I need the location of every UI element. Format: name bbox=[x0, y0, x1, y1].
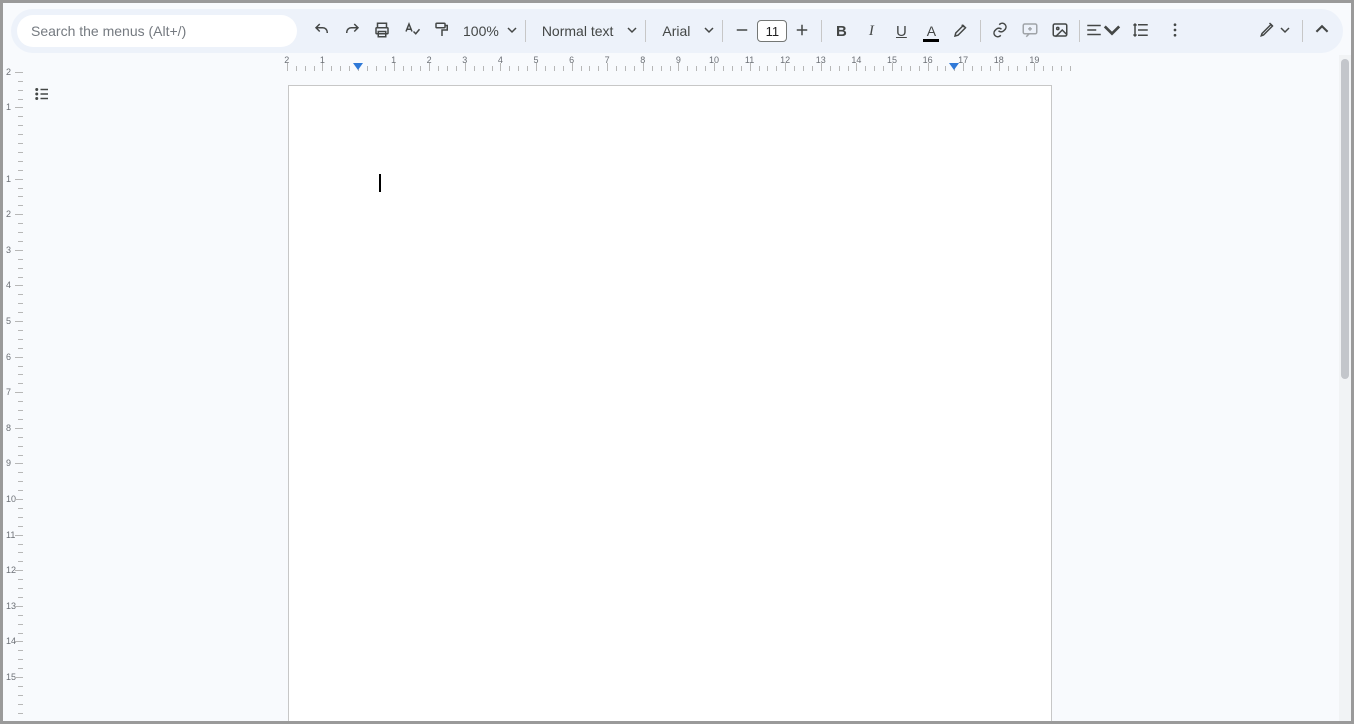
redo-button[interactable] bbox=[337, 16, 367, 46]
ruler-number: 11 bbox=[6, 530, 15, 540]
ruler-number: 3 bbox=[6, 245, 11, 255]
text-color-swatch bbox=[923, 39, 939, 42]
align-icon bbox=[1085, 21, 1103, 42]
ruler-number: 2 bbox=[6, 209, 11, 219]
right-indent-marker[interactable] bbox=[949, 63, 959, 70]
ruler-number: 1 bbox=[6, 102, 11, 112]
more-toolbar-button[interactable] bbox=[1160, 16, 1190, 46]
font-size-decrease-button[interactable] bbox=[727, 16, 757, 46]
main-toolbar: 100% Normal text Arial B I U bbox=[11, 9, 1343, 53]
separator bbox=[821, 20, 822, 42]
print-button[interactable] bbox=[367, 16, 397, 46]
italic-button[interactable]: I bbox=[856, 16, 886, 46]
separator bbox=[525, 20, 526, 42]
add-comment-button[interactable] bbox=[1015, 16, 1045, 46]
textcolor-icon: A bbox=[927, 23, 936, 39]
font-family-dropdown[interactable]: Arial bbox=[650, 23, 700, 39]
undo-icon bbox=[313, 21, 331, 42]
chevron-up-icon bbox=[1315, 22, 1329, 41]
editing-mode-dropdown[interactable] bbox=[1250, 16, 1298, 46]
ruler-number: 1 bbox=[6, 174, 11, 184]
show-outline-button[interactable] bbox=[27, 81, 57, 111]
separator bbox=[980, 20, 981, 42]
undo-button[interactable] bbox=[307, 16, 337, 46]
zoom-caret[interactable] bbox=[503, 22, 521, 40]
align-dropdown[interactable] bbox=[1084, 16, 1122, 46]
line-spacing-dropdown[interactable] bbox=[1122, 16, 1160, 46]
document-page[interactable] bbox=[288, 85, 1052, 721]
menu-search-input[interactable] bbox=[31, 23, 283, 39]
ruler-number: 6 bbox=[6, 352, 11, 362]
italic-icon: I bbox=[869, 23, 874, 40]
comment-icon bbox=[1021, 21, 1039, 42]
caret-down-icon bbox=[1103, 21, 1121, 42]
separator bbox=[645, 20, 646, 42]
linespacing-icon bbox=[1132, 21, 1150, 42]
outline-icon bbox=[33, 85, 51, 108]
insert-link-button[interactable] bbox=[985, 16, 1015, 46]
bold-icon: B bbox=[836, 23, 847, 40]
paint-format-button[interactable] bbox=[427, 16, 457, 46]
editing-icon bbox=[1259, 20, 1277, 43]
ruler-number: 2 bbox=[6, 67, 11, 77]
link-icon bbox=[991, 21, 1009, 42]
caret-down-icon bbox=[704, 22, 714, 40]
caret-down-icon bbox=[507, 22, 517, 40]
document-canvas[interactable] bbox=[23, 71, 1351, 721]
highlight-color-button[interactable] bbox=[946, 16, 976, 46]
vertical-scrollbar-thumb[interactable] bbox=[1341, 59, 1349, 379]
highlight-icon bbox=[952, 21, 970, 42]
ruler-number: 7 bbox=[6, 387, 11, 397]
hide-menus-button[interactable] bbox=[1307, 16, 1337, 46]
spellcheck-button[interactable] bbox=[397, 16, 427, 46]
underline-button[interactable]: U bbox=[886, 16, 916, 46]
paragraph-style-dropdown[interactable]: Normal text bbox=[530, 23, 624, 39]
text-cursor bbox=[379, 174, 381, 192]
separator bbox=[1079, 20, 1080, 42]
zoom-dropdown[interactable]: 100% bbox=[457, 23, 503, 39]
font-family-caret[interactable] bbox=[700, 22, 718, 40]
image-icon bbox=[1051, 21, 1069, 42]
separator bbox=[722, 20, 723, 42]
horizontal-ruler[interactable]: 2112345678910111213141516171819 bbox=[23, 55, 1343, 71]
bold-button[interactable]: B bbox=[826, 16, 856, 46]
underline-icon: U bbox=[896, 23, 907, 40]
text-color-button[interactable]: A bbox=[916, 16, 946, 46]
left-indent-marker[interactable] bbox=[353, 63, 363, 70]
plus-icon bbox=[793, 21, 811, 42]
menu-search-wrap[interactable] bbox=[17, 15, 297, 47]
ruler-number: 4 bbox=[6, 280, 11, 290]
work-area: 2112345678910111213141516171819 21123456… bbox=[3, 55, 1351, 721]
insert-image-button[interactable] bbox=[1045, 16, 1075, 46]
caret-down-icon bbox=[1280, 22, 1290, 40]
redo-icon bbox=[343, 21, 361, 42]
caret-down-icon bbox=[627, 22, 637, 40]
vertical-ruler[interactable]: 21123456789101112131415 bbox=[3, 71, 23, 721]
vertical-scrollbar[interactable] bbox=[1339, 55, 1351, 721]
print-icon bbox=[373, 21, 391, 42]
paintformat-icon bbox=[433, 21, 451, 42]
ruler-number: 8 bbox=[6, 423, 11, 433]
app-frame: 100% Normal text Arial B I U bbox=[3, 3, 1351, 721]
minus-icon bbox=[733, 21, 751, 42]
more-icon bbox=[1166, 21, 1184, 42]
separator bbox=[1302, 20, 1303, 42]
ruler-number: 9 bbox=[6, 458, 11, 468]
font-size-increase-button[interactable] bbox=[787, 16, 817, 46]
ruler-number: 5 bbox=[6, 316, 11, 326]
paragraph-style-caret[interactable] bbox=[623, 22, 641, 40]
font-size-input[interactable] bbox=[757, 20, 787, 42]
spellcheck-icon bbox=[403, 21, 421, 42]
